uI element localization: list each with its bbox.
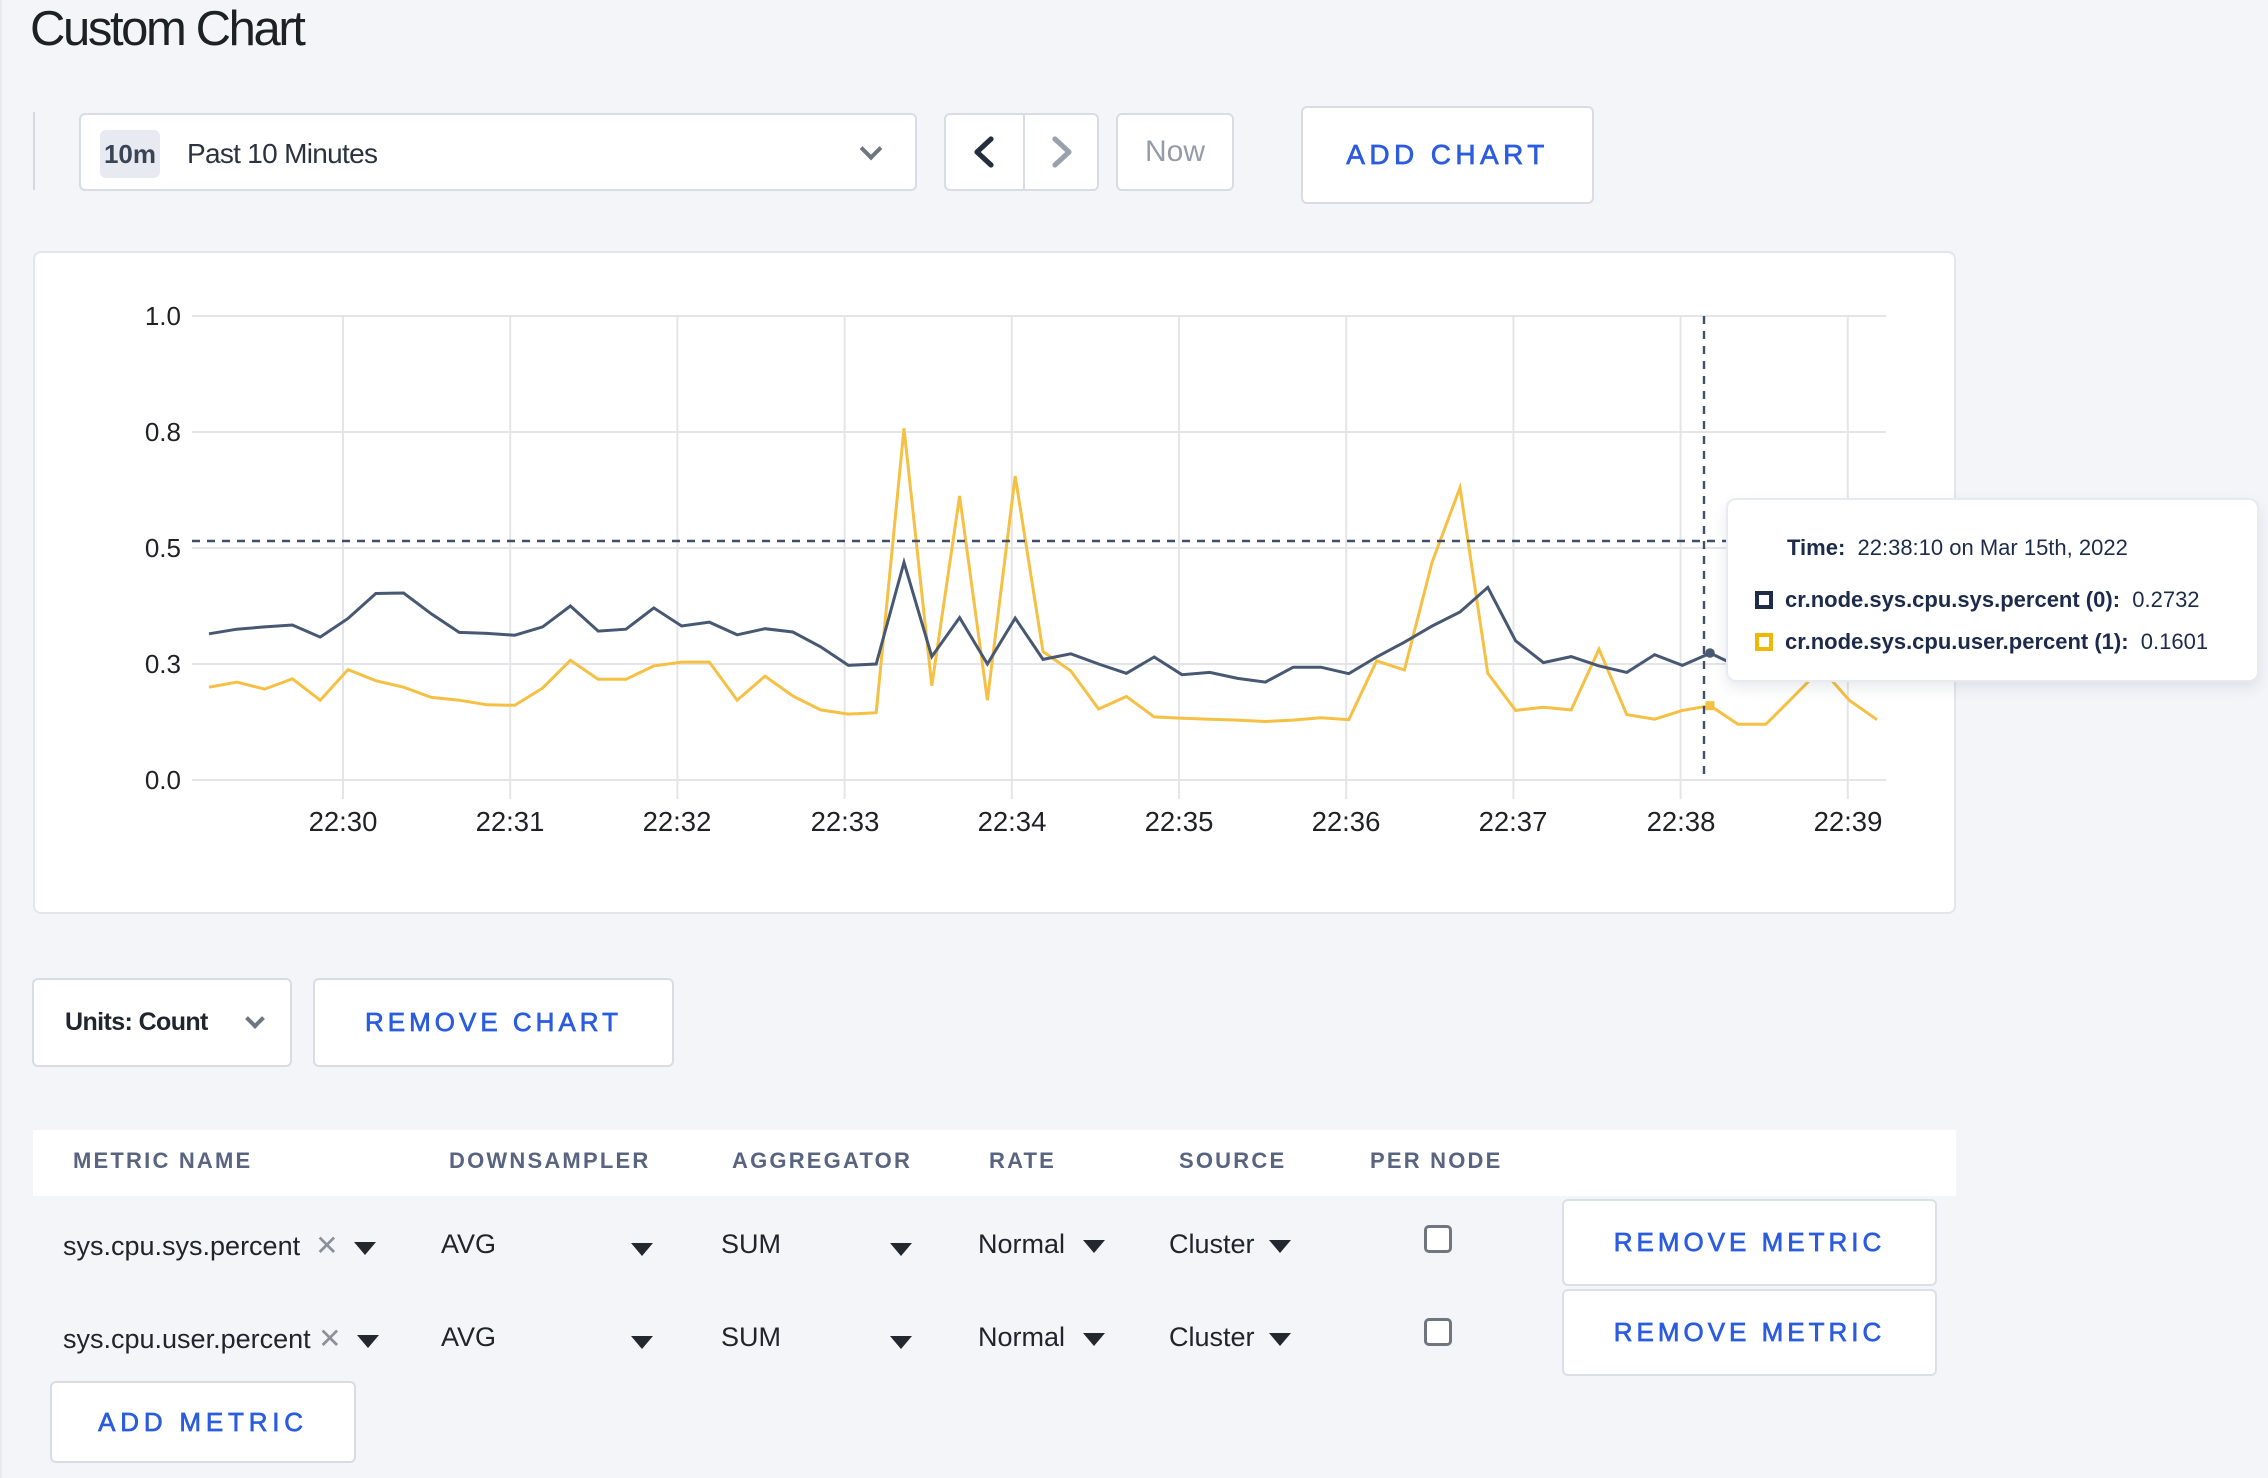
svg-text:22:32: 22:32 [643,806,712,837]
svg-text:22:35: 22:35 [1145,806,1214,837]
svg-text:0.0: 0.0 [145,765,181,795]
svg-text:0.3: 0.3 [145,649,181,679]
svg-text:22:36: 22:36 [1312,806,1381,837]
svg-text:0.8: 0.8 [145,417,181,447]
svg-text:22:38: 22:38 [1647,806,1716,837]
svg-text:22:37: 22:37 [1479,806,1548,837]
svg-text:22:39: 22:39 [1814,806,1883,837]
svg-text:1.0: 1.0 [145,301,181,331]
svg-text:22:31: 22:31 [476,806,545,837]
svg-text:22:30: 22:30 [309,806,378,837]
svg-text:22:33: 22:33 [811,806,880,837]
svg-text:0.5: 0.5 [145,533,181,563]
svg-text:22:34: 22:34 [978,806,1047,837]
